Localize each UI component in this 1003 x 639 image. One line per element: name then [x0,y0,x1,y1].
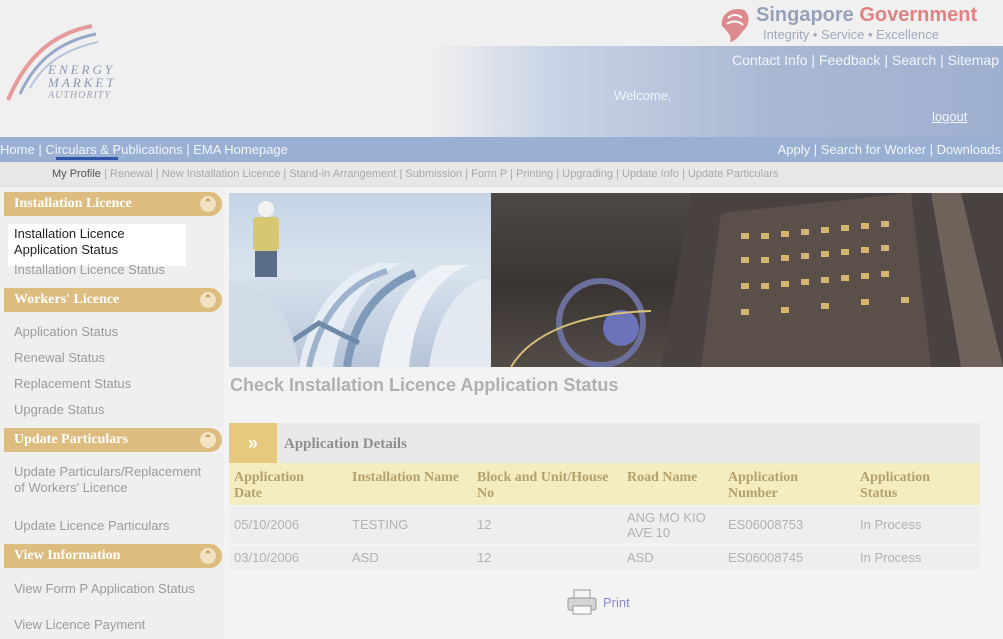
logo-line-market: MARKET [48,75,117,90]
collapse-chevron-up-icon[interactable]: ⌃ [200,292,216,308]
col-installation-name: Installation Name [352,470,459,485]
separator: | [811,52,819,68]
worker-pipes-illustration-icon [229,201,491,367]
sidebar-item-renewal-status[interactable]: Renewal Status [14,350,214,366]
primary-nav-right: Apply | Search for Worker | Downloads [778,137,1001,162]
col-application-number: Application Number [728,470,799,501]
cell-application-status: In Process [860,550,922,565]
feedback-link[interactable]: Feedback [819,52,880,68]
screen: ENERGY MARKET AUTHORITY Singapore Govern… [0,0,1003,639]
section-title: Installation Licence [14,196,132,211]
collapse-chevron-up-icon[interactable]: ⌃ [200,196,216,212]
cell-application-date: 05/10/2006 [234,517,300,532]
separator: | [929,142,937,157]
sidebar: Installation Licence ⌃ Installation Lice… [0,188,224,639]
subnav-upgrading[interactable]: Upgrading [562,168,613,180]
cell-block-unit: 12 [477,517,492,532]
primary-nav: Home | Circulars & Publications | EMA Ho… [0,137,1003,162]
double-chevron-right-icon: » [229,423,277,463]
page-title: Check Installation Licence Application S… [230,375,619,395]
cell-installation-name: TESTING [352,517,409,532]
section-title: View Information [14,548,121,563]
subnav-printing[interactable]: Printing [516,168,553,180]
subnav-new-installation-licence[interactable]: New Installation Licence [162,168,281,180]
gov-name: Singapore Government [756,4,977,27]
banner-building-photo [491,193,1003,367]
cell-application-date: 03/10/2006 [234,550,300,565]
nav-search-for-worker[interactable]: Search for Worker [821,142,926,157]
subnav-form-p[interactable]: Form P [471,168,507,180]
header: ENERGY MARKET AUTHORITY Singapore Govern… [0,0,1003,137]
separator: | [940,52,948,68]
contact-info-link[interactable]: Contact Info [732,52,808,68]
application-details-title: Application Details [284,436,407,452]
nav-circulars-publications[interactable]: Circulars & Publications [45,142,182,157]
gov-motto: Integrity • Service • Excellence [763,27,940,42]
nav-home[interactable]: Home [0,142,35,157]
cell-road-name: ASD [627,550,654,565]
cell-application-number: ES06008745 [728,550,804,565]
section-view-information[interactable]: View Information ⌃ [4,544,222,568]
sidebar-item-view-licence-payment[interactable]: View Licence Payment [14,617,214,633]
section-update-particulars[interactable]: Update Particulars ⌃ [4,428,222,452]
cell-application-number: ES06008753 [728,517,804,532]
sidebar-item-installation-licence-application-status[interactable]: Installation Licence Application Status [8,224,186,266]
sidebar-item-update-particulars-replacement[interactable]: Update Particulars/Replacement of Worker… [14,464,214,496]
search-link[interactable]: Search [892,52,936,68]
subnav-update-info[interactable]: Update Info [622,168,679,180]
logout-link[interactable]: logout [932,109,967,124]
print-link[interactable]: Print [603,595,630,610]
section-installation-licence[interactable]: Installation Licence ⌃ [4,192,222,216]
subnav-update-particulars[interactable]: Update Particulars [688,168,779,180]
sidebar-item-update-licence-particulars[interactable]: Update Licence Particulars [14,518,214,534]
logo-line-authority: AUTHORITY [48,90,111,101]
sidebar-item-application-status[interactable]: Application Status [14,324,214,340]
secondary-nav-items: My Profile | Renewal | New Installation … [52,168,779,180]
col-block-unit-house-no: Block and Unit/House No [477,470,609,501]
printer-icon[interactable] [566,589,598,615]
banner-worker-photo [229,193,491,367]
secondary-nav: My Profile | Renewal | New Installation … [0,162,1003,187]
separator: | [813,142,821,157]
collapse-chevron-up-icon[interactable]: ⌃ [200,432,216,448]
cell-block-unit: 12 [477,550,492,565]
col-road-name: Road Name [627,470,698,485]
section-workers-licence[interactable]: Workers' Licence ⌃ [4,288,222,312]
nav-downloads[interactable]: Downloads [937,142,1001,157]
sidebar-item-view-form-p-status[interactable]: View Form P Application Status [14,581,214,597]
separator: | [884,52,892,68]
col-application-status: Application Status [860,470,931,501]
sidebar-item-installation-licence-status[interactable]: Installation Licence Status [14,262,214,278]
subnav-renewal[interactable]: Renewal [110,168,153,180]
cell-installation-name: ASD [352,550,379,565]
collapse-chevron-up-icon[interactable]: ⌃ [200,548,216,564]
cell-application-status: In Process [860,517,922,532]
nav-ema-homepage[interactable]: EMA Homepage [193,142,288,157]
subnav-submission[interactable]: Submission [405,168,462,180]
sidebar-item-replacement-status[interactable]: Replacement Status [14,376,214,392]
gov-name-singapore: Singapore [756,4,854,26]
section-title: Update Particulars [14,432,128,447]
subnav-my-profile[interactable]: My Profile [52,168,101,180]
building-night-illustration-icon [510,193,1003,367]
top-links: Contact Info | Feedback | Search | Sitem… [732,52,999,68]
col-application-date: Application Date [234,470,305,501]
nav-apply[interactable]: Apply [778,142,811,157]
section-title: Workers' Licence [14,292,120,307]
ema-logo-text: ENERGY MARKET AUTHORITY [48,63,117,102]
primary-nav-left: Home | Circulars & Publications | EMA Ho… [0,137,288,162]
sitemap-link[interactable]: Sitemap [948,52,999,68]
welcome-text: Welcome, [614,88,672,103]
subnav-stand-in-arrangement[interactable]: Stand-in Arrangement [289,168,396,180]
lion-head-icon [721,8,749,43]
cell-road-name: ANG MO KIO AVE 10 [627,510,706,540]
gov-name-government: Government [859,4,978,26]
nav-active-underline [56,157,118,160]
sidebar-item-upgrade-status[interactable]: Upgrade Status [14,402,214,418]
